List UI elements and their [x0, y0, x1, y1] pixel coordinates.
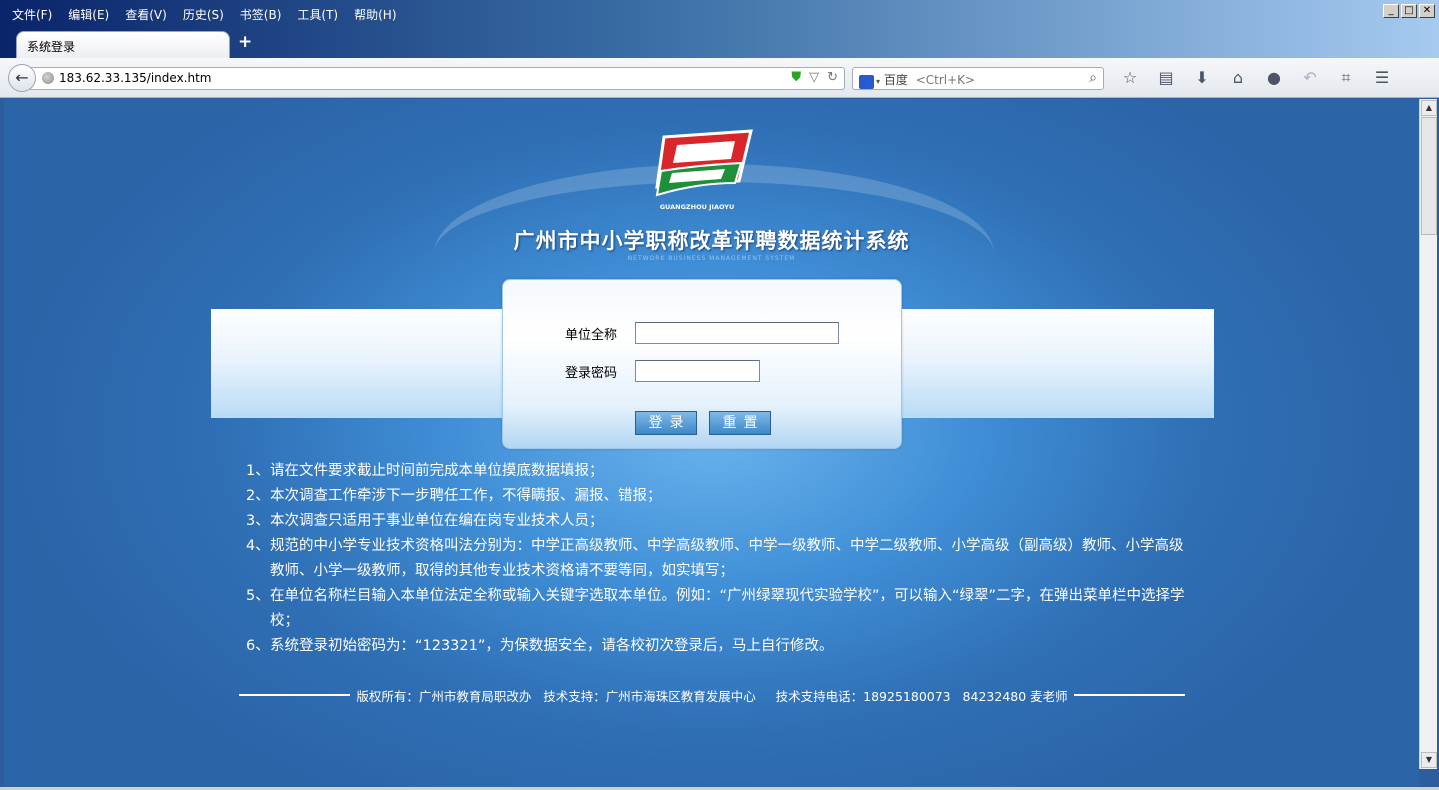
search-icon[interactable]: ⌕ [1089, 70, 1097, 86]
notice-item: 6、 系统登录初始密码为：“123321”，为保数据安全，请各校初次登录后，马上自… [246, 634, 1196, 659]
tab-active[interactable]: 系统登录 [16, 31, 230, 59]
page-content: GUANGZHOU JIAOYU 广州市中小学职称改革评聘数据统计系统 NETW… [4, 99, 1419, 787]
dropdown-arrow-icon[interactable]: ▽ [809, 70, 819, 85]
notice-text: 在单位名称栏目输入本单位法定全称或输入关键字选取本单位。例如：“广州绿翠现代实验… [270, 588, 1185, 629]
window-titlebar: 文件(F) 编辑(E) 查看(V) 历史(S) 书签(B) 工具(T) 帮助(H… [0, 0, 1439, 59]
flag-logo-icon: GUANGZHOU JIAOYU [655, 129, 753, 211]
search-bar[interactable]: 🐾 ▾ 百度 <Ctrl+K> ⌕ [852, 67, 1104, 90]
home-icon[interactable]: ⌂ [1220, 66, 1256, 90]
notice-text: 请在文件要求截止时间前完成本单位摸底数据填报； [270, 463, 604, 479]
scroll-up-icon[interactable]: ▲ [1421, 100, 1437, 116]
page-subtitle: NETWORK BUSINESS MANAGEMENT SYSTEM [627, 255, 796, 262]
scroll-down-icon[interactable]: ▼ [1421, 752, 1437, 768]
menu-bookmarks[interactable]: 书签(B) [232, 4, 290, 24]
unit-name-label: 单位全称 [565, 328, 618, 343]
notice-text: 系统登录初始密码为：“123321”，为保数据安全，请各校初次登录后，马上自行修… [270, 638, 834, 654]
maximize-button[interactable]: □ [1401, 4, 1417, 18]
vertical-scrollbar[interactable]: ▲ ▼ [1419, 99, 1437, 769]
login-button[interactable]: 登录 [635, 411, 697, 435]
back-arrow-icon: ← [15, 68, 29, 87]
footer-divider-left [239, 694, 351, 696]
notice-number: 5、 [246, 588, 270, 604]
navigation-toolbar: 183.62.33.135/index.htm ⛊ ▽ ↻ ← 🐾 ▾ 百度 <C… [0, 58, 1439, 98]
page-title: 广州市中小学职称改革评聘数据统计系统 [513, 229, 910, 253]
unit-name-input[interactable] [635, 322, 839, 344]
login-panel: 单位全称 登录密码 登录 重置 [502, 279, 902, 449]
password-input[interactable] [635, 360, 760, 382]
notice-text: 规范的中小学专业技术资格叫法分别为：中学正高级教师、中学高级教师、中学一级教师、… [270, 538, 1184, 579]
reset-button[interactable]: 重置 [709, 411, 771, 435]
notice-item: 1、 请在文件要求截止时间前完成本单位摸底数据填报； [246, 459, 1196, 484]
notice-number: 1、 [246, 463, 270, 479]
reload-icon[interactable]: ↻ [827, 70, 838, 85]
notice-list: 1、 请在文件要求截止时间前完成本单位摸底数据填报； 2、 本次调查工作牵涉下一步聘… [246, 459, 1196, 659]
menu-history[interactable]: 历史(S) [175, 4, 232, 24]
notice-item: 3、 本次调查只适用于事业单位在编在岗专业技术人员； [246, 509, 1196, 534]
menu-icon[interactable]: ☰ [1364, 66, 1400, 90]
notice-text: 本次调查工作牵涉下一步聘任工作，不得瞒报、漏报、错报； [270, 488, 662, 504]
footer-divider-right [1073, 694, 1186, 696]
new-tab-button[interactable]: + [238, 32, 252, 52]
star-icon[interactable]: ☆ [1112, 66, 1148, 90]
footer-text: 版权所有：广州市教育局职改办 技术支持：广州市海珠区教育发展中心 技术支持电话：… [356, 688, 1068, 704]
paw-icon[interactable]: 🐾 [859, 75, 874, 89]
notice-item: 4、 规范的中小学专业技术资格叫法分别为：中学正高级教师、中学高级教师、中学一级教… [246, 534, 1196, 584]
toolbar-icons: ☆ ▤ ⬇ ⌂ ● ↶ ⌗ ☰ [1112, 66, 1400, 90]
logo-text: GUANGZHOU JIAOYU [660, 203, 735, 211]
back-button[interactable]: ← [8, 64, 36, 92]
window-controls: _ □ ✕ [1383, 4, 1435, 18]
search-placeholder: <Ctrl+K> [915, 73, 976, 87]
menu-help[interactable]: 帮助(H) [346, 4, 404, 24]
url-bar[interactable]: 183.62.33.135/index.htm ⛊ ▽ ↻ [30, 67, 845, 90]
notice-number: 3、 [246, 513, 270, 529]
undo-icon[interactable]: ↶ [1292, 66, 1328, 90]
notice-item: 2、 本次调查工作牵涉下一步聘任工作，不得瞒报、漏报、错报； [246, 484, 1196, 509]
minimize-button[interactable]: _ [1383, 4, 1399, 18]
crop-icon[interactable]: ⌗ [1328, 66, 1364, 90]
menu-view[interactable]: 查看(V) [117, 4, 175, 24]
notice-number: 6、 [246, 638, 270, 654]
globe-icon [42, 72, 54, 84]
url-bar-icons: ⛊ ▽ ↻ [791, 70, 838, 85]
search-engine-name: 百度 [883, 73, 908, 87]
menu-tools[interactable]: 工具(T) [289, 4, 346, 24]
tab-strip: 系统登录 + [0, 28, 1439, 59]
url-text: 183.62.33.135/index.htm [59, 71, 212, 85]
scroll-thumb[interactable] [1421, 117, 1437, 235]
download-icon[interactable]: ⬇ [1184, 66, 1220, 90]
footer: 版权所有：广州市教育局职改办 技术支持：广州市海珠区教育发展中心 技术支持电话：… [239, 685, 1186, 705]
menu-bar: 文件(F) 编辑(E) 查看(V) 历史(S) 书签(B) 工具(T) 帮助(H… [4, 4, 405, 24]
close-button[interactable]: ✕ [1419, 4, 1435, 18]
password-label: 登录密码 [565, 366, 618, 381]
shield-icon[interactable]: ⛊ [791, 70, 801, 85]
menu-edit[interactable]: 编辑(E) [60, 4, 117, 24]
chat-icon[interactable]: ● [1256, 66, 1292, 90]
notice-number: 4、 [246, 538, 270, 554]
notice-text: 本次调查只适用于事业单位在编在岗专业技术人员； [270, 513, 604, 529]
tab-title: 系统登录 [27, 40, 76, 54]
notice-number: 2、 [246, 488, 270, 504]
notice-item: 5、 在单位名称栏目输入本单位法定全称或输入关键字选取本单位。例如：“广州绿翠现代… [246, 584, 1196, 634]
reading-list-icon[interactable]: ▤ [1148, 66, 1184, 90]
menu-file[interactable]: 文件(F) [4, 4, 60, 24]
